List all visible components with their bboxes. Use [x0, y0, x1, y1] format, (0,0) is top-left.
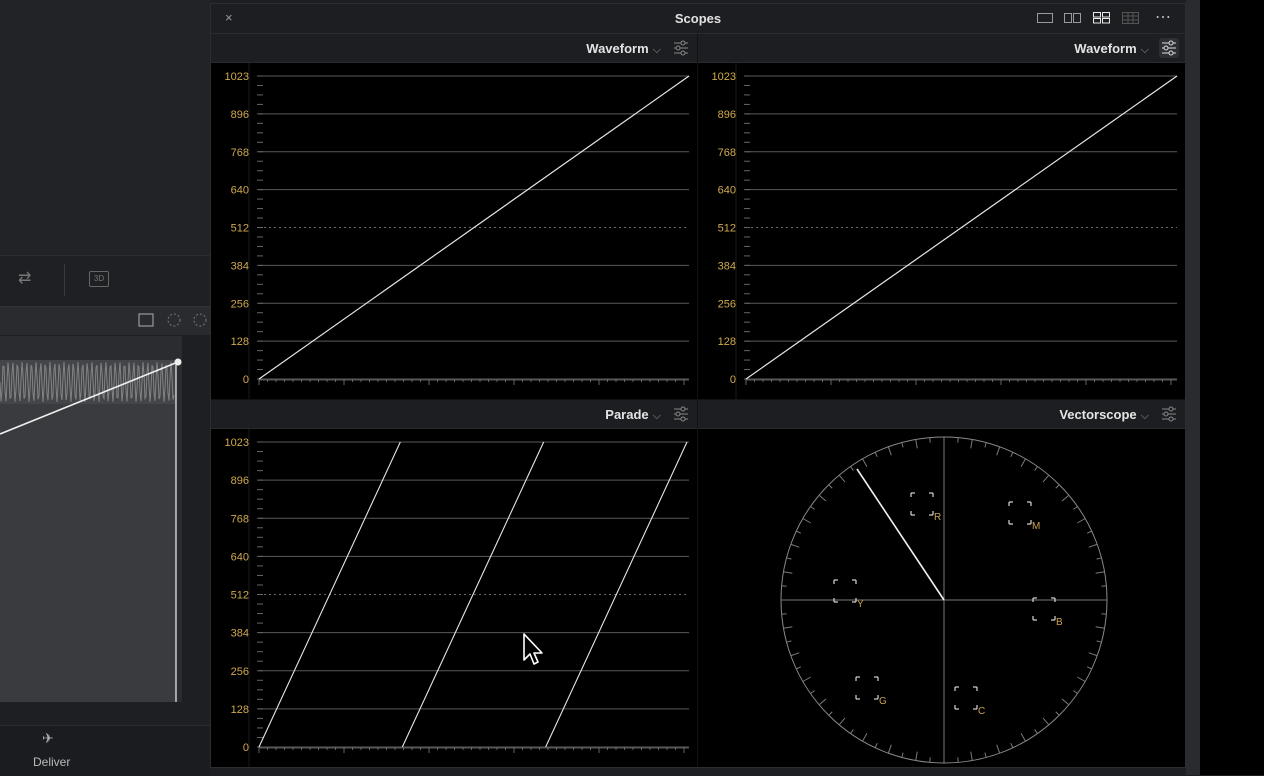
y-tick-label: 640 [231, 185, 249, 197]
parade-plot: 1023 896 768 640 512 384 256 128 0 [211, 429, 697, 767]
pane-header: Waveform ⌵ [698, 34, 1185, 63]
scope-type-dropdown[interactable]: Waveform ⌵ [1074, 41, 1149, 57]
reset-icon[interactable] [194, 314, 206, 326]
y-tick-label: 640 [231, 551, 249, 563]
y-tick-label: 0 [243, 374, 249, 386]
curve-view-icon[interactable] [139, 314, 153, 326]
dual-layout-icon-right [1073, 13, 1081, 23]
rocket-icon[interactable]: ✈ [42, 730, 54, 747]
curve-control-point[interactable] [175, 359, 182, 366]
waveform-plot: 1023 896 768 640 512 384 256 128 0 [211, 63, 697, 399]
vectorscope-target-label: Y [857, 599, 864, 610]
sliders-icon [1159, 38, 1179, 58]
y-tick-label: 1023 [225, 437, 249, 449]
y-tick-label: 1023 [225, 71, 249, 83]
vectorscope-target-g: G [856, 677, 887, 707]
y-tick-label: 640 [718, 185, 736, 197]
y-tick-label: 256 [231, 298, 249, 310]
vectorscope-target-r: R [911, 493, 941, 523]
link-icon[interactable] [168, 314, 180, 326]
scope-settings-button[interactable] [1159, 38, 1179, 58]
y-tick-label: 896 [231, 109, 249, 121]
curve-editor[interactable] [0, 336, 182, 702]
scope-settings-button[interactable] [671, 404, 691, 424]
y-tick-label: 256 [718, 298, 736, 310]
swap-icon[interactable]: ⇄ [18, 268, 31, 288]
chevron-down-icon: ⌵ [1141, 410, 1149, 422]
vectorscope-target-label: G [879, 696, 887, 707]
sliders-icon [1159, 404, 1179, 424]
pane-header: Parade ⌵ [211, 400, 697, 429]
pane-header: Vectorscope ⌵ [698, 400, 1185, 429]
waveform-plot: 1023 896 768 640 512 384 256 128 0 [698, 63, 1185, 399]
y-tick-label: 1023 [712, 71, 736, 83]
scope-type-label: Waveform [586, 41, 648, 56]
sliders-icon [671, 404, 691, 424]
scopes-titlebar[interactable]: × Scopes ⋯ [211, 4, 1185, 34]
parade-channel-trace [402, 442, 543, 747]
pane-header: Waveform ⌵ [211, 34, 697, 63]
y-tick-label: 768 [231, 147, 249, 159]
chevron-down-icon: ⌵ [1141, 44, 1149, 56]
deliver-page-button[interactable]: Deliver [33, 755, 70, 769]
y-tick-label: 896 [718, 109, 736, 121]
scope-pane-top-right: Waveform ⌵ 1023 896 768 640 512 384 256 128 0 [698, 34, 1185, 399]
y-tick-label: 0 [730, 374, 736, 386]
vectorscope-target-b: B [1033, 598, 1063, 628]
y-tick-label: 512 [718, 223, 736, 235]
quad-layout-icon[interactable] [1093, 12, 1111, 24]
vectorscope-target-label: C [978, 706, 985, 717]
more-options-button[interactable]: ⋯ [1155, 7, 1172, 27]
scope-type-dropdown[interactable]: Parade ⌵ [605, 407, 661, 423]
y-tick-label: 512 [231, 223, 249, 235]
vectorscope-target-label: M [1032, 521, 1040, 532]
vector-trace [857, 469, 944, 600]
vectorscope-target-c: C [955, 687, 985, 717]
page-bar [0, 725, 210, 776]
vectorscope-plot: R M B C G Y [698, 429, 1185, 767]
y-tick-label: 384 [231, 260, 249, 272]
mouse-pointer-icon [521, 632, 547, 670]
sliders-icon [671, 38, 691, 58]
scope-pane-top-left: Waveform ⌵ 1023 896 768 640 512 384 256 128 0 [211, 34, 697, 399]
y-tick-label: 768 [231, 513, 249, 525]
y-tick-label: 128 [231, 336, 249, 348]
scope-pane-bottom-right: Vectorscope ⌵ R M B C G Y [698, 400, 1185, 767]
scope-type-label: Vectorscope [1059, 407, 1136, 422]
y-tick-label: 512 [231, 590, 249, 602]
scope-settings-button[interactable] [671, 38, 691, 58]
y-tick-label: 256 [231, 666, 249, 678]
single-layout-icon[interactable] [1037, 13, 1053, 23]
y-tick-label: 768 [718, 147, 736, 159]
scopes-window: × Scopes ⋯ Waveform ⌵ 1023 896 768 640 512 384… [210, 3, 1186, 768]
curves-subbar [0, 306, 210, 335]
scope-type-dropdown[interactable]: Waveform ⌵ [586, 41, 661, 57]
scope-settings-button[interactable] [1159, 404, 1179, 424]
screen-margin [1200, 0, 1264, 775]
scope-pane-bottom-left: Parade ⌵ 1023 896 768 640 512 384 256 128 0 [211, 400, 697, 767]
viewer-area [0, 0, 210, 255]
scope-type-label: Waveform [1074, 41, 1136, 56]
toolbar-divider [64, 264, 65, 296]
grid-layout-icon[interactable] [1122, 12, 1140, 24]
side-panel-edge [1186, 0, 1200, 775]
dual-layout-icon[interactable] [1064, 13, 1072, 23]
scope-type-label: Parade [605, 407, 648, 422]
y-tick-label: 384 [231, 628, 249, 640]
y-tick-label: 0 [243, 742, 249, 754]
vectorscope-target-label: B [1056, 617, 1063, 628]
vectorscope-target-y: Y [834, 580, 864, 610]
scope-type-dropdown[interactable]: Vectorscope ⌵ [1059, 407, 1149, 423]
y-tick-label: 896 [231, 475, 249, 487]
vectorscope-target-m: M [1009, 502, 1040, 532]
y-tick-label: 128 [231, 704, 249, 716]
3d-button[interactable]: 3D [89, 271, 109, 287]
y-tick-label: 128 [718, 336, 736, 348]
chevron-down-icon: ⌵ [653, 44, 661, 56]
y-tick-label: 384 [718, 260, 736, 272]
chevron-down-icon: ⌵ [653, 410, 661, 422]
vectorscope-target-label: R [934, 512, 941, 523]
